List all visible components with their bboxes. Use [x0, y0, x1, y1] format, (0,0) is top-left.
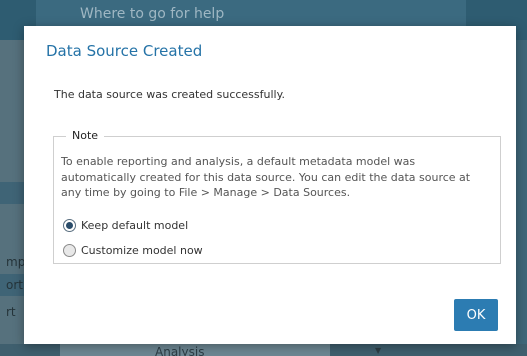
background-dropdown-text: Analysis — [155, 345, 205, 356]
radio-unchecked-icon[interactable] — [63, 244, 76, 257]
keep-default-model-option[interactable]: Keep default model — [63, 219, 188, 232]
background-fragment: rt — [6, 305, 16, 319]
background-dropdown: Analysis ▼ — [60, 344, 381, 356]
ok-button[interactable]: OK — [454, 299, 498, 331]
background-fragment: mp — [6, 255, 26, 269]
note-text: To enable reporting and analysis, a defa… — [61, 155, 471, 199]
customize-model-now-label[interactable]: Customize model now — [81, 244, 203, 257]
radio-checked-icon[interactable] — [63, 219, 76, 232]
dialog-message: The data source was created successfully… — [54, 88, 286, 101]
customize-model-now-option[interactable]: Customize model now — [63, 244, 203, 257]
note-legend: Note — [66, 129, 105, 142]
background-fragment: ort — [6, 278, 23, 292]
note-group: Note To enable reporting and analysis, a… — [53, 129, 501, 264]
chevron-down-icon: ▼ — [375, 346, 382, 355]
data-source-created-dialog: Data Source Created The data source was … — [24, 26, 516, 344]
keep-default-model-label[interactable]: Keep default model — [81, 219, 188, 232]
background-help-text: Where to go for help — [80, 6, 225, 22]
dialog-title: Data Source Created — [46, 42, 203, 60]
background-bottom-bar: Analysis ▼ — [0, 344, 527, 356]
